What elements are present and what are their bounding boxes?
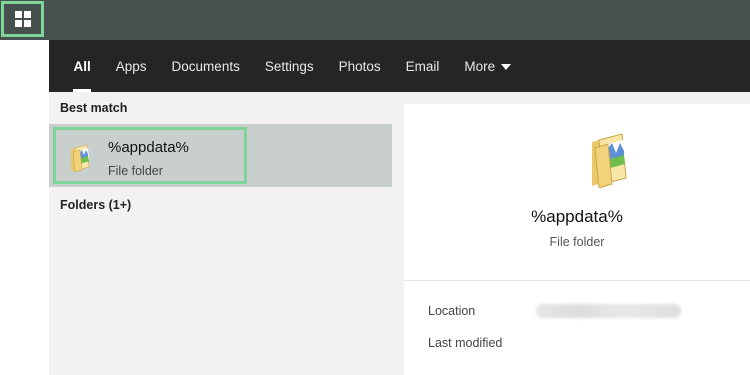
tab-label: Apps xyxy=(115,58,147,74)
tab-email[interactable]: Email xyxy=(393,40,452,92)
location-value-redacted xyxy=(536,304,681,318)
search-tabs: All Apps Documents Settings Photos Email… xyxy=(49,40,750,92)
tab-label: Documents xyxy=(171,58,240,74)
taskbar xyxy=(0,0,750,40)
tab-more[interactable]: More xyxy=(452,40,524,92)
folder-icon xyxy=(71,144,90,172)
best-match-heading: Best match xyxy=(60,101,128,115)
tab-documents[interactable]: Documents xyxy=(159,40,252,92)
tab-all[interactable]: All xyxy=(61,40,103,92)
result-highlight-outline[interactable]: %appdata% File folder xyxy=(53,127,247,184)
tab-apps[interactable]: Apps xyxy=(103,40,159,92)
tab-settings[interactable]: Settings xyxy=(252,40,326,92)
best-match-result[interactable]: %appdata% File folder xyxy=(49,124,392,187)
preview-pane: %appdata% File folder Location Last modi… xyxy=(404,104,750,375)
windows-logo-icon xyxy=(14,11,31,27)
tab-label: Email xyxy=(405,58,440,74)
caret-down-icon xyxy=(501,63,512,70)
divider xyxy=(404,280,750,281)
tab-label: More xyxy=(464,58,496,74)
tab-photos[interactable]: Photos xyxy=(326,40,393,92)
tab-label: Photos xyxy=(338,58,381,74)
preview-subtitle: File folder xyxy=(549,235,605,249)
search-panel: All Apps Documents Settings Photos Email… xyxy=(49,40,750,375)
result-title: %appdata% xyxy=(108,139,189,156)
folders-heading[interactable]: Folders (1+) xyxy=(60,198,131,212)
preview-title: %appdata% xyxy=(531,207,623,226)
result-subtitle: File folder xyxy=(108,164,163,178)
tab-label: Settings xyxy=(264,58,314,74)
desktop-margin xyxy=(0,40,49,375)
folder-icon xyxy=(592,133,627,188)
tab-label: All xyxy=(73,58,91,74)
start-button[interactable] xyxy=(1,1,44,37)
location-label: Location xyxy=(428,304,476,318)
last-modified-label: Last modified xyxy=(428,336,503,350)
